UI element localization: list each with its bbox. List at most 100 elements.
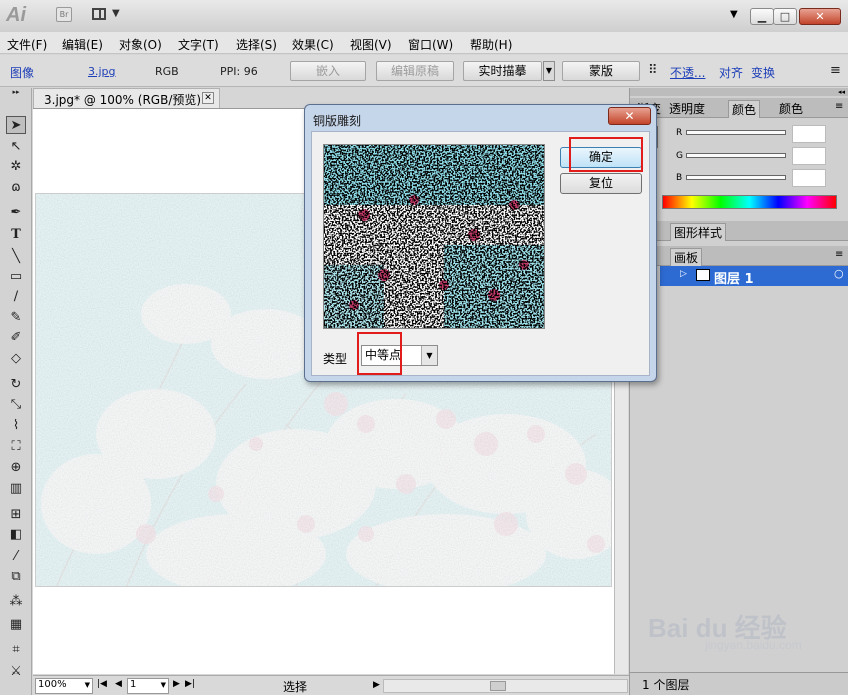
blend-tool-icon[interactable]: ⧉ bbox=[6, 568, 26, 586]
menu-object[interactable]: 对象(O) bbox=[119, 36, 162, 53]
rotate-tool-icon[interactable]: ↻ bbox=[6, 376, 26, 394]
close-button[interactable]: ✕ bbox=[799, 8, 841, 25]
rectangle-tool-icon[interactable]: ▭ bbox=[6, 268, 26, 286]
direct-selection-tool-icon[interactable]: ↖ bbox=[6, 138, 26, 156]
horizontal-scrollbar[interactable] bbox=[383, 679, 628, 693]
blob-brush-tool-icon[interactable]: ✐ bbox=[6, 329, 26, 347]
menu-file[interactable]: 文件(F) bbox=[7, 36, 47, 53]
opacity-link[interactable]: 不透... bbox=[670, 64, 705, 81]
expand-triangle-icon[interactable]: ▷ bbox=[680, 269, 687, 279]
bridge-button[interactable]: Br bbox=[56, 7, 72, 22]
dialog-close-button[interactable]: ✕ bbox=[608, 107, 651, 125]
live-trace-button[interactable]: 实时描摹 bbox=[463, 61, 542, 81]
blue-slider[interactable] bbox=[686, 175, 786, 180]
menu-view[interactable]: 视图(V) bbox=[350, 36, 392, 53]
graph-tool-icon[interactable]: ▥ bbox=[6, 480, 26, 498]
close-icon[interactable]: ✕ bbox=[202, 92, 214, 104]
edit-original-button[interactable]: 编辑原稿 bbox=[376, 61, 454, 81]
artboard-number-select[interactable]: 1 ▼ bbox=[127, 678, 169, 694]
minimize-button[interactable]: ▁ bbox=[750, 8, 774, 25]
shape-builder-tool-icon[interactable]: ⊕ bbox=[6, 459, 26, 477]
last-artboard-icon[interactable]: ▶| bbox=[185, 679, 195, 689]
pencil-tool-icon[interactable]: ✎ bbox=[6, 309, 26, 327]
free-transform-tool-icon[interactable]: ⛶ bbox=[6, 438, 26, 456]
mask-button[interactable]: 蒙版 bbox=[562, 61, 640, 81]
chevron-down-icon: ▼ bbox=[112, 8, 120, 19]
column-graph-tool-icon[interactable]: ▦ bbox=[6, 616, 26, 634]
tab-transparency[interactable]: 透明度 bbox=[666, 100, 708, 118]
warp-tool-icon[interactable]: ⌇ bbox=[6, 417, 26, 435]
eyedropper-tool-icon[interactable]: ⁄ bbox=[6, 548, 26, 566]
reset-button[interactable]: 复位 bbox=[560, 173, 642, 194]
workspace-switcher[interactable]: ▼ bbox=[90, 6, 126, 24]
menu-select[interactable]: 选择(S) bbox=[236, 36, 277, 53]
tab-artboards[interactable]: 画板 bbox=[670, 248, 703, 266]
eraser-tool-icon[interactable]: ◇ bbox=[6, 350, 26, 368]
type-dropdown[interactable]: 中等点 ▼ bbox=[361, 345, 438, 366]
paintbrush-tool-icon[interactable]: ∕ bbox=[6, 288, 26, 306]
transform-link[interactable]: 变换 bbox=[751, 64, 775, 81]
menu-help[interactable]: 帮助(H) bbox=[470, 36, 512, 53]
watermark-url: jingyan.baidu.com bbox=[705, 638, 802, 652]
tab-color-guide[interactable]: 颜色 bbox=[776, 100, 806, 118]
zoom-select[interactable]: 100% ▼ bbox=[35, 678, 93, 694]
menu-type[interactable]: 文字(T) bbox=[178, 36, 219, 53]
chevron-down-icon: ▼ bbox=[160, 681, 166, 689]
menu-effect[interactable]: 效果(C) bbox=[292, 36, 334, 53]
maximize-button[interactable]: □ bbox=[773, 8, 797, 25]
symbol-sprayer-tool-icon[interactable]: ⁂ bbox=[6, 593, 26, 611]
workspace-menu-arrow-icon[interactable]: ▼ bbox=[730, 9, 738, 20]
green-value-field[interactable] bbox=[792, 147, 826, 165]
layers-menu-icon[interactable]: ≡ bbox=[835, 249, 843, 260]
type-label: 类型 bbox=[323, 352, 348, 366]
control-panel-menu-icon[interactable]: ≡ bbox=[830, 63, 841, 78]
menu-window[interactable]: 窗口(W) bbox=[408, 36, 453, 53]
first-artboard-icon[interactable]: |◀ bbox=[97, 679, 107, 689]
dialog-body: 确定 复位 类型 中等点 ▼ bbox=[311, 131, 650, 376]
previous-artboard-icon[interactable]: ◀ bbox=[115, 679, 122, 689]
artboard-tool-icon[interactable]: ⌗ bbox=[6, 641, 26, 659]
align-link[interactable]: 对齐 bbox=[719, 64, 743, 81]
panel-menu-icon[interactable]: ≡ bbox=[835, 101, 843, 112]
pen-tool-icon[interactable]: ✒ bbox=[6, 204, 26, 222]
vertical-scrollbar[interactable] bbox=[614, 380, 628, 674]
live-trace-options-icon[interactable]: ▼ bbox=[543, 61, 555, 81]
color-mode-label: RGB bbox=[155, 65, 179, 78]
chevron-down-icon: ▼ bbox=[84, 681, 90, 689]
panel-collapse-icon[interactable]: ◂◂ bbox=[630, 88, 848, 96]
red-slider[interactable] bbox=[686, 130, 786, 135]
blue-value-field[interactable] bbox=[792, 169, 826, 187]
collapse-arrows-icon[interactable]: ▸▸ bbox=[6, 88, 26, 96]
lasso-tool-icon[interactable]: ɷ bbox=[6, 179, 26, 197]
scroll-thumb[interactable] bbox=[490, 681, 506, 691]
current-tool-label: 选择 bbox=[283, 680, 308, 694]
target-circle-icon[interactable]: ○ bbox=[834, 267, 844, 280]
filter-preview[interactable] bbox=[323, 144, 545, 329]
ok-button[interactable]: 确定 bbox=[560, 147, 642, 168]
slice-tool-icon[interactable]: ⚔ bbox=[6, 663, 26, 681]
embed-button[interactable]: 嵌入 bbox=[290, 61, 366, 81]
mesh-tool-icon[interactable]: ⊞ bbox=[6, 506, 26, 524]
object-type-link[interactable]: 图像 bbox=[10, 64, 34, 81]
tab-color[interactable]: 颜色 bbox=[728, 100, 761, 118]
green-slider[interactable] bbox=[686, 153, 786, 158]
type-tool-icon[interactable]: T bbox=[6, 226, 26, 244]
line-tool-icon[interactable]: ╲ bbox=[6, 248, 26, 266]
document-tab[interactable]: 3.jpg* @ 100% (RGB/预览) ✕ bbox=[33, 88, 220, 108]
recolor-grid-icon[interactable]: ⠿ bbox=[648, 63, 658, 78]
tools-panel: ▸▸ ➤ ↖ ✲ ɷ ✒ T ╲ ▭ ∕ ✎ ✐ ◇ ↻ ⤡ ⌇ ⛶ ⊕ ▥ ⊞… bbox=[0, 88, 32, 695]
selection-tool-icon[interactable]: ➤ bbox=[6, 116, 26, 134]
scale-tool-icon[interactable]: ⤡ bbox=[6, 396, 26, 414]
menu-edit[interactable]: 编辑(E) bbox=[62, 36, 103, 53]
red-value-field[interactable] bbox=[792, 125, 826, 143]
right-panel-dock: ◂◂ 渐变 透明度 颜色 颜色 ≡ R G B 图形样式 画板 ≡ ▷ 图层 1… bbox=[629, 88, 848, 695]
status-menu-arrow-icon[interactable]: ▶ bbox=[373, 680, 380, 690]
magic-wand-tool-icon[interactable]: ✲ bbox=[6, 158, 26, 176]
file-name-link[interactable]: 3.jpg bbox=[88, 65, 116, 78]
gradient-tool-icon[interactable]: ◧ bbox=[6, 526, 26, 544]
color-spectrum[interactable] bbox=[662, 195, 837, 209]
layer-count: 1 个图层 bbox=[642, 678, 690, 692]
next-artboard-icon[interactable]: ▶ bbox=[173, 679, 180, 689]
tab-graphic-styles[interactable]: 图形样式 bbox=[670, 223, 727, 241]
layer-row-1[interactable]: ▷ 图层 1 ○ bbox=[660, 266, 848, 287]
